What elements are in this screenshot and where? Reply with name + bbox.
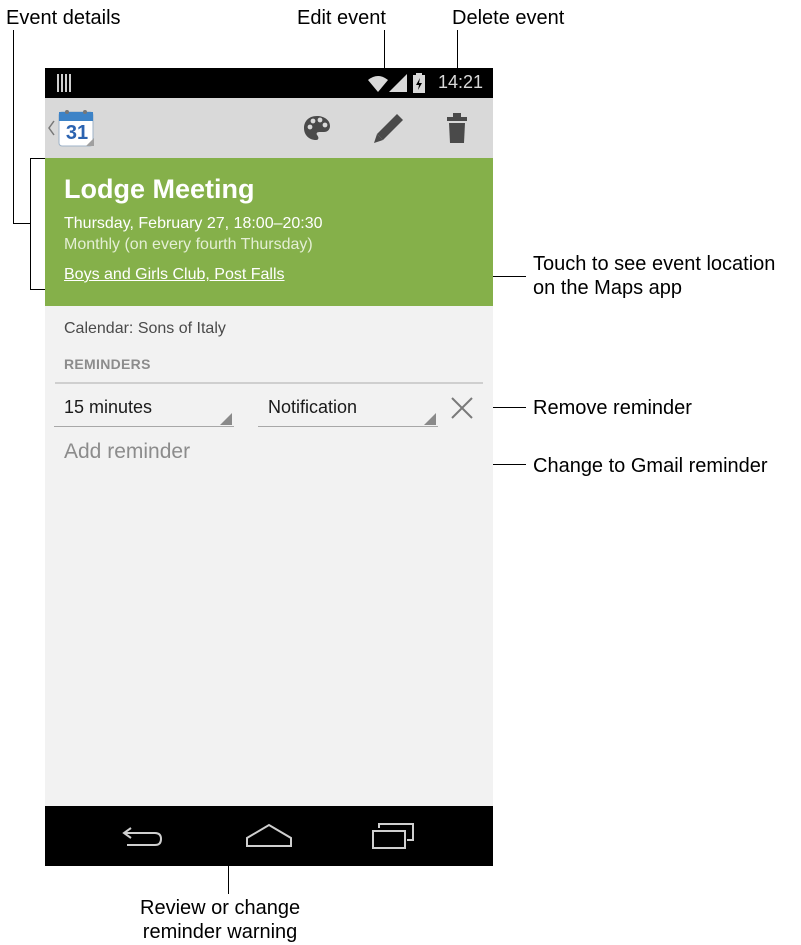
navigation-bar xyxy=(45,806,493,866)
event-location-link[interactable]: Boys and Girls Club, Post Falls xyxy=(64,266,285,284)
palette-icon xyxy=(304,116,330,140)
home-button[interactable] xyxy=(245,822,293,850)
callout-touch-location: Touch to see event location on the Maps … xyxy=(533,252,775,300)
callout-change-gmail: Change to Gmail reminder xyxy=(533,455,768,477)
edit-event-button[interactable] xyxy=(371,112,407,146)
callout-review-reminder: Review or change reminder warning xyxy=(140,896,300,944)
event-title: Lodge Meeting xyxy=(64,174,255,204)
event-calendar: Calendar: Sons of Italy xyxy=(64,320,226,337)
dropdown-arrow-icon xyxy=(424,413,436,425)
add-reminder-button[interactable]: Add reminder xyxy=(64,440,190,464)
action-bar: 31 xyxy=(45,98,493,159)
event-header: Lodge Meeting Thursday, February 27, 18:… xyxy=(45,158,493,306)
callout-edit-event: Edit event xyxy=(297,7,386,29)
edit-icon xyxy=(374,114,403,143)
bracket-event-details-bottom xyxy=(30,289,46,290)
recent-apps-icon xyxy=(372,823,414,849)
delete-event-button[interactable] xyxy=(446,113,468,145)
reminder-time-spinner[interactable]: 15 minutes xyxy=(54,391,234,427)
delete-icon xyxy=(447,113,467,143)
battery-charging-icon xyxy=(413,73,425,93)
bracket-event-details-top xyxy=(30,158,46,159)
reminder-time-value: 15 minutes xyxy=(64,397,153,417)
leader-event-details-mid xyxy=(13,223,30,224)
callout-review-line2: reminder warning xyxy=(142,921,298,943)
event-recurrence: Monthly (on every fourth Thursday) xyxy=(64,236,313,253)
calendar-up-button[interactable]: 31 xyxy=(47,108,99,150)
leader-event-details-drop xyxy=(13,30,14,224)
home-icon xyxy=(246,823,292,847)
callout-event-details: Event details xyxy=(6,7,121,29)
status-time: 14:21 xyxy=(437,72,483,92)
callout-review-line1: Review or change xyxy=(140,897,301,919)
back-icon xyxy=(122,827,163,846)
status-bar: 14:21 xyxy=(45,68,493,98)
dropdown-arrow-icon xyxy=(220,413,232,425)
reminders-header: REMINDERS xyxy=(64,356,151,372)
recent-apps-button[interactable] xyxy=(371,822,415,850)
callout-remove-reminder: Remove reminder xyxy=(533,397,692,419)
calendar-day-number: 31 xyxy=(65,122,89,144)
bracket-event-details-vertical xyxy=(30,158,31,290)
spinner-underline xyxy=(258,426,438,427)
notification-icon xyxy=(57,74,71,92)
back-button[interactable] xyxy=(121,824,165,850)
reminder-method-value: Notification xyxy=(268,397,358,417)
signal-icon xyxy=(389,74,407,92)
color-button[interactable] xyxy=(303,115,333,143)
callout-touch-location-line1: Touch to see event location xyxy=(533,253,776,275)
reminder-method-spinner[interactable]: Notification xyxy=(258,391,438,427)
close-icon xyxy=(451,397,473,419)
event-datetime: Thursday, February 27, 18:00–20:30 xyxy=(64,215,323,232)
wifi-icon xyxy=(368,76,388,92)
callout-touch-location-line2: on the Maps app xyxy=(533,277,682,299)
phone-screen: 14:21 31 Lodge Meeting Thursday, Februar… xyxy=(45,68,493,866)
spinner-underline xyxy=(54,426,234,427)
remove-reminder-button[interactable] xyxy=(450,396,474,420)
callout-delete-event: Delete event xyxy=(452,7,565,29)
reminders-divider xyxy=(55,382,483,384)
chevron-left-icon xyxy=(48,120,55,136)
